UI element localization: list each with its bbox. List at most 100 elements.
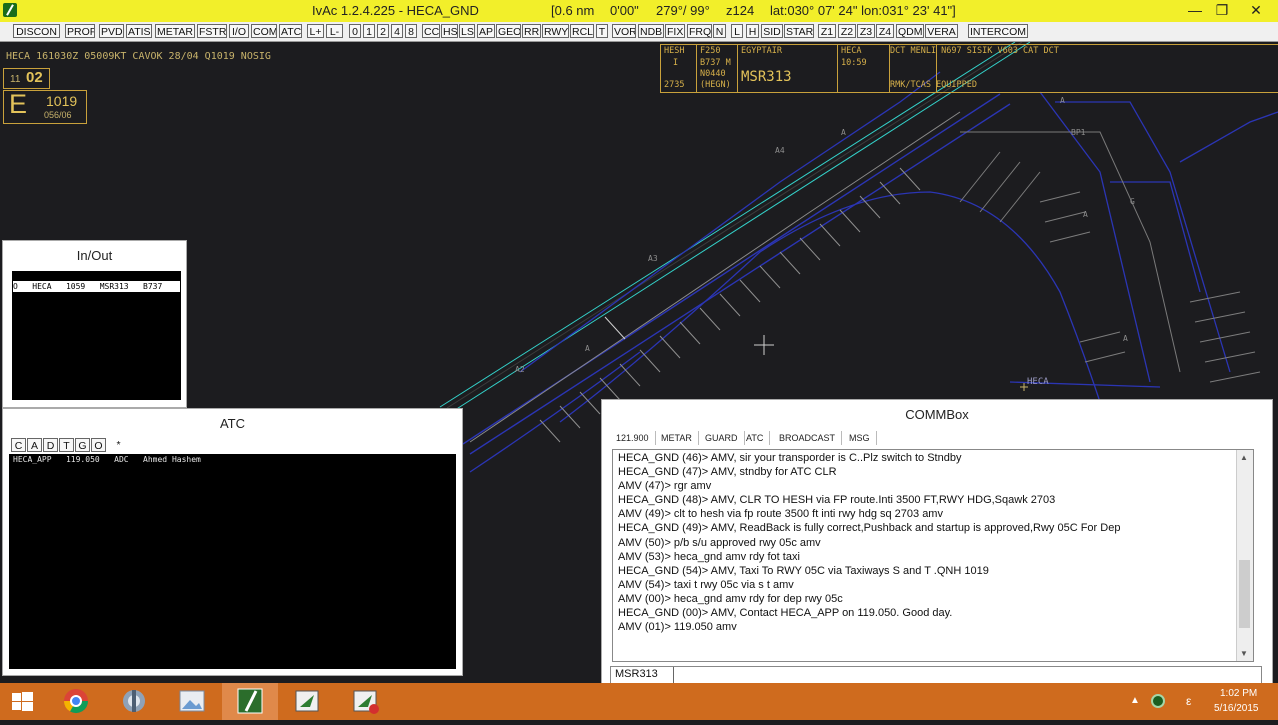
toolbar-button-prof[interactable]: PROF bbox=[65, 24, 95, 38]
toolbar-button-4[interactable]: 4 bbox=[391, 24, 403, 38]
scroll-down-icon[interactable]: ▼ bbox=[1240, 649, 1248, 658]
chrome-icon[interactable] bbox=[48, 683, 104, 720]
tab-121900[interactable]: 121.900 bbox=[610, 431, 656, 445]
tray-language[interactable]: ε bbox=[1186, 694, 1191, 708]
toolbar-button-discon[interactable]: DISCON bbox=[13, 24, 60, 38]
strip-callsign: MSR313 bbox=[741, 69, 792, 85]
commbox-log[interactable]: HECA_GND (46)> AMV, sir your transporder… bbox=[612, 449, 1254, 662]
toolbar-button-vera[interactable]: VERA bbox=[925, 24, 958, 38]
atc-row[interactable]: HECA_APP 119.050 ADC Ahmed Hashem bbox=[13, 455, 201, 464]
toolbar-button-ap[interactable]: AP bbox=[477, 24, 495, 38]
scrollbar-thumb[interactable] bbox=[1239, 560, 1250, 628]
taxiway-label: A bbox=[1083, 210, 1088, 219]
atc-filter-a[interactable]: A bbox=[27, 438, 42, 452]
toolbar-button-2[interactable]: 2 bbox=[377, 24, 389, 38]
app-red-icon[interactable] bbox=[338, 683, 394, 720]
toolbar-button-frq[interactable]: FRQ bbox=[687, 24, 712, 38]
toolbar-button-ls[interactable]: LS bbox=[459, 24, 475, 38]
atc-title: ATC bbox=[219, 416, 246, 431]
toolbar-button-l-minus[interactable]: L- bbox=[326, 24, 343, 38]
tab-msg[interactable]: MSG bbox=[843, 431, 877, 445]
toolbar-button-sid[interactable]: SID bbox=[761, 24, 783, 38]
atc-filter-d[interactable]: D bbox=[43, 438, 58, 452]
comm-line: HECA_GND (46)> AMV, sir your transporder… bbox=[618, 452, 962, 464]
commbox-message-input[interactable] bbox=[677, 668, 1251, 683]
toolbar-button-l[interactable]: L bbox=[731, 24, 743, 38]
inout-panel[interactable]: In/Out O HECA 1059 MSR313 B737 bbox=[2, 240, 187, 408]
tray-arrow-icon[interactable]: ▲ bbox=[1130, 695, 1140, 706]
toolbar-button-z1[interactable]: Z1 bbox=[818, 24, 836, 38]
tab-atc[interactable]: ATC bbox=[740, 431, 771, 445]
toolbar-button-io[interactable]: I/O bbox=[229, 24, 249, 38]
tray-time[interactable]: 1:02 PM bbox=[1220, 688, 1257, 699]
commbox-panel[interactable]: COMMBox 121.900 METAR GUARD ATC BROADCAS… bbox=[601, 399, 1273, 686]
heca-airport-label: HECA bbox=[1027, 377, 1049, 387]
toolbar-button-star[interactable]: STAR bbox=[784, 24, 814, 38]
toolbar-button-intercom[interactable]: INTERCOM bbox=[968, 24, 1028, 38]
toolbar-button-l-plus[interactable]: L+ bbox=[307, 24, 324, 38]
toolbar-button-0[interactable]: 0 bbox=[349, 24, 361, 38]
toolbar-button-1[interactable]: 1 bbox=[363, 24, 375, 38]
strip-airline: EGYPTAIR bbox=[741, 46, 782, 56]
toolbar-button-ndb[interactable]: NDB bbox=[638, 24, 664, 38]
toolbar-button-z4[interactable]: Z4 bbox=[876, 24, 894, 38]
toolbar-button-fix[interactable]: FIX bbox=[665, 24, 685, 38]
tray-date[interactable]: 5/16/2015 bbox=[1214, 703, 1259, 714]
strip-speed: N0440 bbox=[700, 69, 726, 79]
windows-start-icon[interactable] bbox=[0, 683, 46, 720]
tab-guard[interactable]: GUARD bbox=[699, 431, 745, 445]
zoom-readout: z124 bbox=[726, 3, 755, 18]
toolbar-button-z2[interactable]: Z2 bbox=[838, 24, 856, 38]
inout-row[interactable]: O HECA 1059 MSR313 B737 bbox=[13, 281, 180, 292]
minimize-button[interactable]: — bbox=[1180, 0, 1210, 22]
toolbar-button-rcl[interactable]: RCL bbox=[570, 24, 594, 38]
toolbar-button-h[interactable]: H bbox=[746, 24, 759, 38]
taskbar: ▲ ε 1:02 PM 5/16/2015 bbox=[0, 683, 1278, 720]
toolbar-button-metar[interactable]: METAR bbox=[155, 24, 195, 38]
title-bar: IvAc 1.2.4.225 - HECA_GND [0.6 nm 0'00" … bbox=[0, 0, 1278, 22]
toolbar-button-qdm[interactable]: QDM bbox=[896, 24, 924, 38]
toolbar-button-n[interactable]: N bbox=[713, 24, 726, 38]
comm-line: AMV (47)> rgr amv bbox=[618, 480, 712, 493]
toolbar-button-geo[interactable]: GEO bbox=[496, 24, 521, 38]
atc-filter-o[interactable]: O bbox=[91, 438, 106, 452]
atc-filter-t[interactable]: T bbox=[59, 438, 74, 452]
toolbar-button-hs[interactable]: HS bbox=[441, 24, 458, 38]
toolbar-button-cc[interactable]: CC bbox=[422, 24, 440, 38]
maximize-button[interactable]: ❐ bbox=[1207, 0, 1237, 22]
toolbar-button-rwy[interactable]: RWY bbox=[542, 24, 569, 38]
taxiway-label: A bbox=[1060, 96, 1065, 105]
ivac-icon[interactable] bbox=[222, 683, 278, 720]
close-button[interactable]: ✕ bbox=[1236, 0, 1276, 22]
atc-filter-c[interactable]: C bbox=[11, 438, 26, 452]
toolbar-button-com[interactable]: COM bbox=[251, 24, 277, 38]
atc-filter-all[interactable]: * bbox=[111, 438, 126, 452]
time-readout: 0'00" bbox=[610, 3, 639, 18]
toolbar-button-fstr[interactable]: FSTR bbox=[197, 24, 227, 38]
strip-cell-level: F250 B737 M N0440 (HEGN) bbox=[697, 45, 738, 92]
strip-cell-callsign: EGYPTAIR MSR313 bbox=[738, 45, 838, 92]
commbox-scrollbar[interactable]: ▲ ▼ bbox=[1236, 450, 1253, 661]
tab-metar[interactable]: METAR bbox=[655, 431, 699, 445]
toolbar-button-vor[interactable]: VOR bbox=[612, 24, 636, 38]
toolbar-button-rr[interactable]: RR bbox=[522, 24, 541, 38]
strip-cell-dest: HESH I 2735 bbox=[661, 45, 697, 92]
toolbar-button-t[interactable]: T bbox=[596, 24, 608, 38]
comm-line: AMV (00)> heca_gnd amv rdy for dep rwy 0… bbox=[618, 592, 843, 605]
wind-value: 056/06 bbox=[44, 110, 72, 120]
atis-letter: E bbox=[9, 89, 28, 119]
atc-panel[interactable]: ATC C A D T G O * HECA_APP 119.050 ADC A… bbox=[2, 408, 463, 676]
scroll-up-icon[interactable]: ▲ bbox=[1240, 453, 1248, 462]
toolbar-button-atis[interactable]: ATIS bbox=[126, 24, 152, 38]
toolbar-button-z3[interactable]: Z3 bbox=[857, 24, 875, 38]
app-audio-icon[interactable] bbox=[106, 683, 162, 720]
app-green-icon[interactable] bbox=[280, 683, 336, 720]
tray-network-icon[interactable] bbox=[1151, 694, 1165, 708]
toolbar-button-8[interactable]: 8 bbox=[405, 24, 417, 38]
toolbar-button-pvd[interactable]: PVD bbox=[99, 24, 124, 38]
image-viewer-icon[interactable] bbox=[164, 683, 220, 720]
atc-filter-g[interactable]: G bbox=[75, 438, 90, 452]
toolbar-button-atc[interactable]: ATC bbox=[279, 24, 302, 38]
tab-broadcast[interactable]: BROADCAST bbox=[773, 431, 843, 445]
taxiway-label: A2 bbox=[515, 365, 525, 374]
